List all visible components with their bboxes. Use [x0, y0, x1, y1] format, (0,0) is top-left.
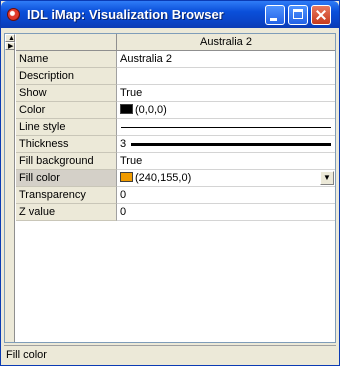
line-style-preview	[121, 127, 331, 128]
row-z-value[interactable]: Z value 0	[16, 204, 335, 221]
label-column-header	[16, 34, 117, 51]
color-swatch	[120, 104, 133, 114]
row-fill-background[interactable]: Fill background True	[16, 153, 335, 170]
collapse-button[interactable]: ▲	[5, 34, 15, 42]
status-bar: Fill color	[4, 345, 336, 364]
property-grid: ▲ ▶ Australia 2 Name Australia 2 Descrip…	[4, 33, 336, 343]
fill-color-value-cell[interactable]: (240,155,0) ▼	[117, 170, 335, 187]
fill-color-swatch	[120, 172, 133, 182]
line-style-value[interactable]	[117, 119, 335, 136]
row-description[interactable]: Description	[16, 68, 335, 85]
minimize-button[interactable]	[265, 5, 285, 25]
expand-button[interactable]: ▶	[5, 42, 15, 50]
row-line-style[interactable]: Line style	[16, 119, 335, 136]
row-label: Z value	[16, 204, 117, 221]
row-label: Description	[16, 68, 117, 85]
transparency-value[interactable]: 0	[117, 187, 335, 204]
row-label: Show	[16, 85, 117, 102]
thickness-value: 3	[120, 138, 127, 150]
close-button[interactable]	[311, 5, 331, 25]
window-title: IDL iMap: Visualization Browser	[27, 7, 224, 22]
thickness-value-cell[interactable]: 3	[117, 136, 335, 153]
maximize-button[interactable]	[288, 5, 308, 25]
fill-color-dropdown-button[interactable]: ▼	[320, 171, 334, 185]
show-value[interactable]: True	[117, 85, 335, 102]
description-value[interactable]	[117, 68, 335, 85]
z-value-value[interactable]: 0	[117, 204, 335, 221]
chevron-down-icon: ▼	[323, 173, 331, 182]
row-header-strip: ▲ ▶	[5, 34, 15, 342]
row-name[interactable]: Name Australia 2	[16, 51, 335, 68]
title-bar[interactable]: IDL iMap: Visualization Browser	[1, 1, 339, 28]
row-label: Fill background	[16, 153, 117, 170]
row-label: Thickness	[16, 136, 117, 153]
row-label: Transparency	[16, 187, 117, 204]
name-value[interactable]: Australia 2	[117, 51, 335, 68]
row-label: Line style	[16, 119, 117, 136]
thickness-preview	[131, 143, 331, 146]
arrow-right-icon: ▶	[8, 43, 14, 50]
column-header-australia-2[interactable]: Australia 2	[117, 34, 335, 51]
fill-background-value[interactable]: True	[117, 153, 335, 170]
color-value: (0,0,0)	[135, 104, 167, 116]
row-fill-color[interactable]: Fill color (240,155,0) ▼	[16, 170, 335, 187]
row-thickness[interactable]: Thickness 3	[16, 136, 335, 153]
row-label: Fill color	[16, 170, 117, 187]
fill-color-value: (240,155,0)	[135, 172, 192, 184]
idl-app-icon[interactable]	[7, 8, 20, 21]
row-label: Color	[16, 102, 117, 119]
visualization-browser-window: IDL iMap: Visualization Browser ▲ ▶ Aust…	[0, 0, 340, 366]
arrow-up-icon: ▲	[8, 35, 15, 42]
color-value-cell[interactable]: (0,0,0)	[117, 102, 335, 119]
row-color[interactable]: Color (0,0,0)	[16, 102, 335, 119]
row-show[interactable]: Show True	[16, 85, 335, 102]
row-transparency[interactable]: Transparency 0	[16, 187, 335, 204]
row-label: Name	[16, 51, 117, 68]
